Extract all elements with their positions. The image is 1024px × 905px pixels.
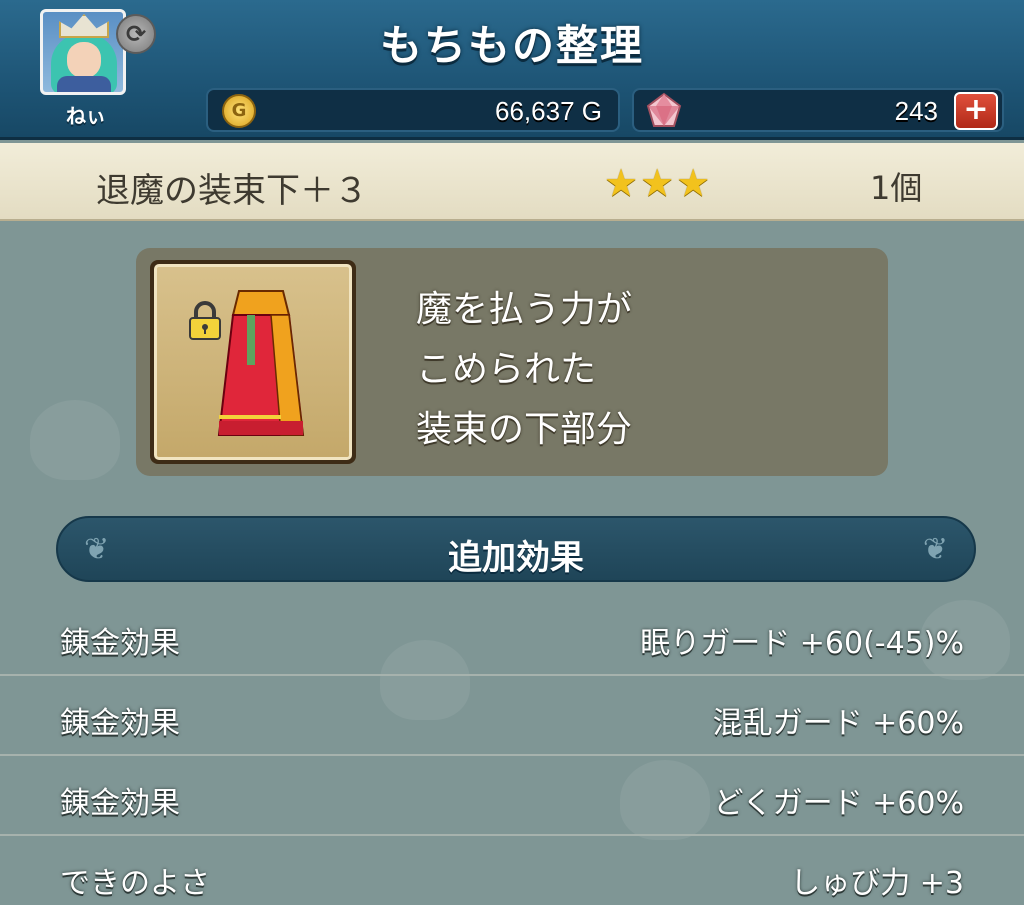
effect-value: どくガード +60% [713, 786, 964, 821]
flourish-ornament-icon: ❦ [922, 532, 948, 567]
section-title: 追加効果 [448, 538, 584, 578]
effect-row: できのよさ しゅび力 +3 [0, 836, 1024, 905]
gem-display: 243 + [632, 88, 1004, 132]
gem-icon [646, 92, 682, 127]
additional-effects-header: ❦ 追加効果 ❦ [56, 516, 976, 582]
gold-amount: 66,637 G [495, 96, 602, 126]
item-name: 退魔の装束下＋３ [96, 171, 368, 211]
effect-value: 混乱ガード +60% [712, 706, 964, 741]
effect-value: 眠りガード +60(-45)% [640, 626, 964, 661]
add-gems-button[interactable]: + [954, 92, 998, 130]
refresh-icon[interactable]: ⟳ [116, 14, 156, 54]
rarity-stars: ★★★ [604, 161, 713, 205]
effect-label: 錬金効果 [60, 706, 180, 741]
effect-row: 錬金効果 混乱ガード +60% [0, 676, 1024, 756]
gem-amount: 243 [894, 96, 938, 126]
item-description: 魔を払う力が こめられた 装束の下部分 [416, 280, 632, 460]
background-slime-motif [30, 400, 120, 480]
effect-label: 錬金効果 [60, 626, 180, 661]
description-line: 装束の下部分 [416, 409, 633, 450]
item-icon-frame[interactable] [150, 260, 356, 464]
top-header: もちもの整理 ⟳ ねぃ G 66,637 G 243 + [0, 0, 1024, 140]
gold-display: G 66,637 G [206, 88, 620, 132]
description-line: こめられた [416, 349, 597, 390]
effect-label: できのよさ [60, 866, 210, 901]
avatar[interactable] [40, 9, 126, 95]
item-count: 1個 [870, 169, 923, 207]
effect-label: 錬金効果 [60, 786, 180, 821]
item-summary-row: 退魔の装束下＋３ ★★★ 1個 [0, 143, 1024, 221]
gold-coin-icon: G [222, 94, 256, 128]
avatar-name: ねぃ [66, 104, 106, 128]
skirt-item-icon [217, 290, 305, 436]
description-line: 魔を払う力が [416, 289, 633, 330]
effect-row: 錬金効果 どくガード +60% [0, 756, 1024, 836]
effect-value: しゅび力 +3 [790, 866, 964, 901]
effect-row: 錬金効果 眠りガード +60(-45)% [0, 596, 1024, 676]
